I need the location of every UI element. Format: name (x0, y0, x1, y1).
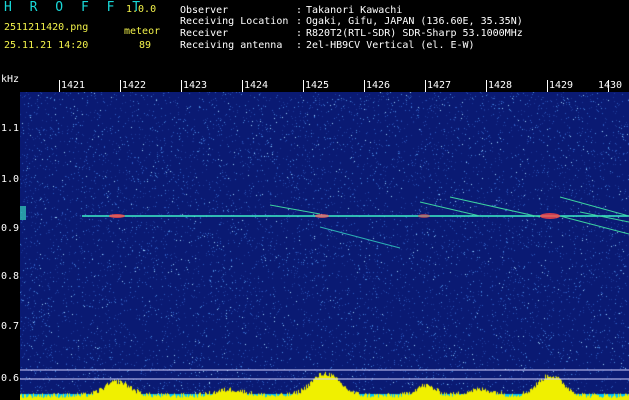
header-panel: H R O F F T 1.0.0 2511211420.png meteor … (0, 0, 629, 73)
y-tick-label: 1.0 (1, 174, 20, 185)
meteor-trail (559, 196, 629, 217)
x-tick-label: 1425 (305, 80, 330, 91)
location-label: Receiving Location (180, 16, 289, 27)
location-colon: : (296, 16, 303, 27)
x-tick-label: 1429 (549, 80, 574, 91)
receiver-value: R820T2(RTL-SDR) SDR-Sharp 53.1000MHz (306, 28, 523, 39)
meteor-echo (315, 214, 329, 218)
x-tick-label: 1421 (61, 80, 86, 91)
y-tick-label: 0.7 (1, 321, 20, 332)
observer-value: Takanori Kawachi (306, 5, 403, 16)
file-name: 2511211420.png (4, 22, 89, 33)
x-tick-label: 1428 (488, 80, 513, 91)
spectrogram-panel (20, 92, 629, 400)
x-tick (242, 80, 243, 92)
meteor-echo (418, 214, 430, 218)
antenna-label: Receiving antenna (180, 40, 283, 51)
observer-colon: : (296, 5, 303, 16)
antenna-value: 2el-HB9CV Vertical (el. E-W) (306, 40, 475, 51)
antenna-colon: : (296, 40, 303, 51)
spectrogram-overlay (20, 196, 629, 380)
meteor-trail (559, 215, 629, 235)
x-tick (486, 80, 487, 92)
x-tick (59, 80, 60, 92)
app-title: H R O F F T (4, 0, 146, 15)
meteor-trail (419, 201, 481, 217)
x-tick (120, 80, 121, 92)
y-tick-label: 0.8 (1, 271, 20, 282)
date-time: 25.11.21 14:20 (4, 40, 89, 51)
app-version: 1.0.0 (126, 4, 157, 15)
x-tick-label: 1424 (244, 80, 269, 91)
observer-label: Observer (180, 5, 229, 16)
x-tick-label: 1427 (427, 80, 452, 91)
y-tick-label: 1.1 (1, 123, 20, 134)
meteor-trail (319, 226, 401, 249)
receiver-colon: : (296, 28, 303, 39)
x-tick (364, 80, 365, 92)
location-value: Ogaki, Gifu, JAPAN (136.60E, 35.35N) (306, 16, 523, 27)
y-tick-label: 0.9 (1, 223, 20, 234)
x-tick-label: 1422 (122, 80, 147, 91)
meteor-label: meteor (124, 26, 161, 37)
y-unit-label: kHz (1, 74, 20, 85)
x-tick-label: 1423 (183, 80, 208, 91)
meteor-trail (449, 196, 541, 218)
x-tick-label: 1426 (366, 80, 391, 91)
x-tick (303, 80, 304, 92)
x-tick-label: 1430 (598, 80, 623, 91)
receiver-label: Receiver (180, 28, 229, 39)
x-tick (181, 80, 182, 92)
meteor-trail (269, 204, 321, 215)
y-tick-label: 0.6 (1, 373, 20, 384)
start-marker (20, 206, 26, 220)
meteor-echo (109, 214, 125, 218)
meteor-count: 89 (139, 40, 152, 51)
meteor-echo (540, 213, 560, 219)
x-tick (425, 80, 426, 92)
x-tick (547, 80, 548, 92)
